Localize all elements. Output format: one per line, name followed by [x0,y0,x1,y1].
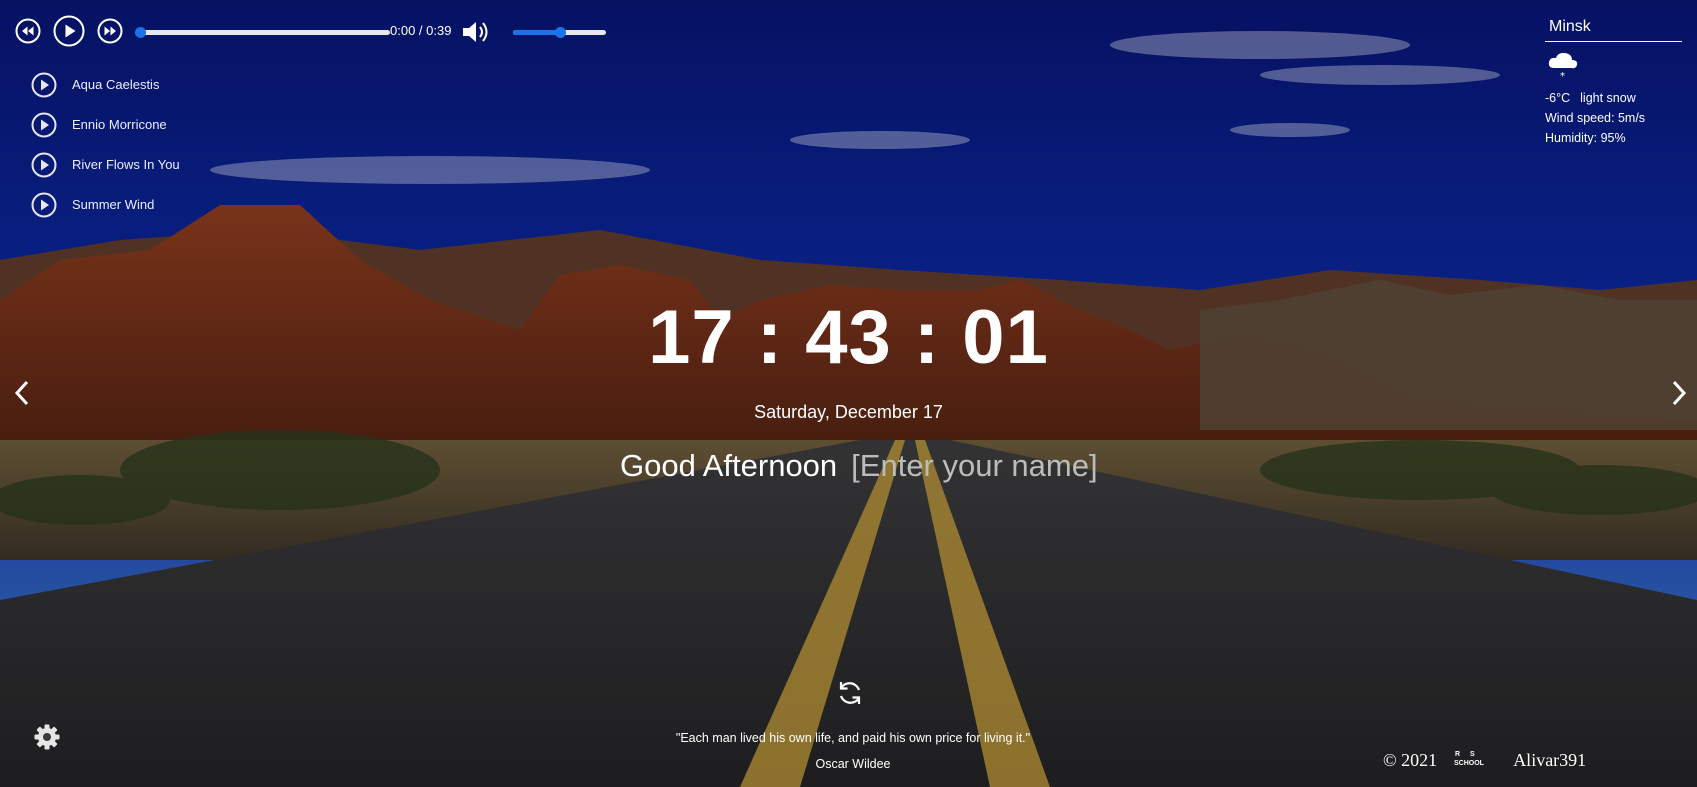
volume-icon [463,22,488,42]
playlist-item-title: Summer Wind [72,197,155,212]
change-quote-button[interactable] [836,679,864,712]
track-time: 0:00 / 0:39 [390,23,452,38]
greeting-text: Good Afternoon [620,448,838,483]
humidity: Humidity: 95% [1545,131,1626,145]
refresh-icon [839,682,861,704]
clock: 17 : 43 : 01 [648,295,1049,380]
track-progress-bar[interactable] [135,27,390,38]
playlist-item-title: Aqua Caelestis [72,77,160,92]
snow-cloud-icon: * [1546,50,1683,85]
volume-thumb[interactable] [554,27,566,38]
background-dim-overlay [0,0,1697,787]
playlist-item-title: River Flows In You [72,157,180,172]
copyright: © 2021 [1383,750,1438,770]
playlist: Aqua Caelestis Ennio Morricone River Flows… [31,72,180,232]
next-track-button[interactable] [97,18,123,44]
github-author-link[interactable]: Alivar391 [1513,750,1586,771]
playlist-item[interactable]: Summer Wind [31,192,180,217]
mute-button[interactable] [461,18,491,51]
rs-school-logo[interactable]: R S SCHOOL [1453,749,1495,772]
svg-text:*: * [1560,71,1565,80]
weather-temperature-row: -6°C light snow [1545,91,1683,105]
volume-fill [513,30,560,35]
playlist-item[interactable]: River Flows In You [31,152,180,177]
gear-icon [34,724,60,750]
footer: © 2021 R S SCHOOL Alivar391 [1383,749,1586,772]
greeting-container: Good Afternoon [620,448,1112,484]
date: Saturday, December 17 [754,402,943,422]
name-input[interactable] [851,448,1112,484]
settings-button[interactable] [33,723,61,756]
quote-text: "Each man lived his own life, and paid h… [675,731,1031,745]
wind-speed: Wind speed: 5m/s [1545,111,1646,125]
play-icon [31,152,57,177]
play-icon [31,192,57,217]
fast-forward-icon [97,18,123,44]
temperature: -6°C [1545,91,1571,105]
play-icon [31,72,57,97]
play-icon [31,112,57,137]
previous-track-button[interactable] [15,18,41,44]
svg-text:S: S [1470,751,1475,758]
weather-widget: * -6°C light snow Wind speed: 5m/s Humidi… [1545,14,1683,145]
weather-description: light snow [1580,91,1636,105]
volume-slider[interactable] [513,27,606,38]
playlist-item[interactable]: Ennio Morricone [31,112,180,137]
rewind-icon [15,18,41,44]
progress-thumb[interactable] [135,27,146,38]
svg-text:SCHOOL: SCHOOL [1454,760,1485,767]
playlist-item[interactable]: Aqua Caelestis [31,72,180,97]
svg-text:R: R [1455,751,1460,758]
play-button[interactable] [53,15,85,47]
playlist-item-title: Ennio Morricone [72,117,167,132]
play-icon [53,15,85,47]
city-input[interactable] [1545,14,1682,42]
